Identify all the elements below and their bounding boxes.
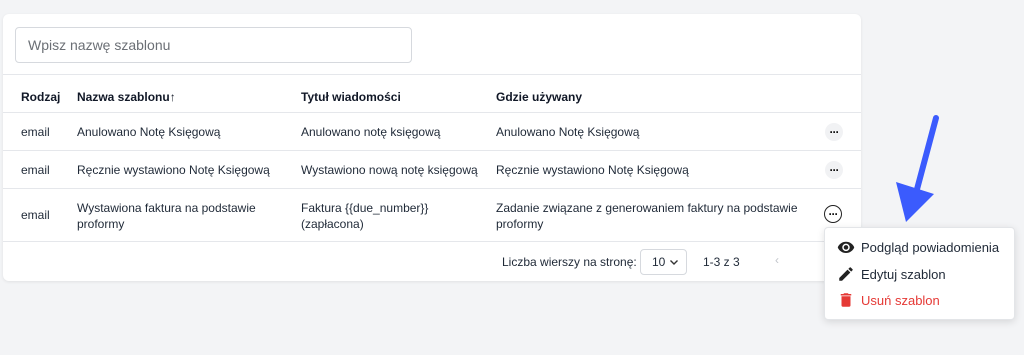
eye-icon — [837, 238, 855, 256]
divider — [3, 74, 861, 75]
row-title-line: Faktura {{due_number}} — [301, 201, 429, 215]
rows-per-page-select[interactable]: 10 — [640, 249, 687, 275]
row-actions-button[interactable]: ··· — [825, 123, 843, 141]
previous-page-button[interactable]: ‹ — [775, 253, 779, 267]
pencil-icon — [837, 265, 855, 283]
arrow-down-icon — [896, 115, 939, 222]
divider — [3, 188, 861, 189]
row-used: Zadanie związane z generowaniem faktury … — [496, 200, 798, 232]
chevron-down-icon — [670, 260, 678, 265]
sort-asc-icon: ↑ — [169, 90, 176, 104]
menu-item-preview[interactable]: Podgląd powiadomienia — [837, 238, 999, 256]
rows-per-page-value: 10 — [652, 255, 666, 269]
trash-icon — [837, 291, 855, 309]
row-used: Anulowano Notę Księgową — [496, 125, 640, 139]
menu-item-label: Usuń szablon — [861, 292, 940, 308]
row-name: Ręcznie wystawiono Notę Księgową — [77, 163, 270, 177]
column-header-name-label: Nazwa szablonu — [77, 90, 170, 104]
column-header-used[interactable]: Gdzie używany — [496, 90, 582, 104]
row-name-line: Wystawiona faktura na podstawie — [77, 201, 256, 215]
row-used-line: Zadanie związane z generowaniem faktury … — [496, 201, 798, 215]
row-used-line: proformy — [496, 217, 544, 231]
divider — [3, 241, 861, 242]
row-title-line: (zapłacona) — [301, 217, 364, 231]
row-actions-button[interactable]: ··· — [825, 161, 843, 179]
row-name-line: proformy — [77, 217, 125, 231]
row-name: Wystawiona faktura na podstawie proformy — [77, 200, 256, 232]
row-title: Anulowano notę księgową — [301, 125, 441, 139]
column-header-type[interactable]: Rodzaj — [21, 90, 60, 104]
row-actions-button[interactable]: ··· — [824, 205, 842, 223]
menu-item-edit[interactable]: Edytuj szablon — [837, 265, 946, 283]
row-type: email — [21, 163, 50, 177]
row-name: Anulowano Notę Księgową — [77, 125, 221, 139]
column-header-name[interactable]: Nazwa szablonu↑ — [77, 90, 176, 104]
menu-item-delete[interactable]: Usuń szablon — [837, 291, 940, 309]
row-title: Wystawiono nową notę księgową — [301, 163, 478, 177]
pagination-range: 1-3 z 3 — [703, 255, 740, 269]
row-type: email — [21, 208, 50, 222]
search-input[interactable] — [15, 27, 412, 63]
row-type: email — [21, 125, 50, 139]
divider — [3, 150, 861, 151]
row-used: Ręcznie wystawiono Notę Księgową — [496, 163, 689, 177]
row-actions-menu: Podgląd powiadomienia Edytuj szablon Usu… — [824, 227, 1015, 320]
templates-card: Rodzaj Nazwa szablonu↑ Tytuł wiadomości … — [3, 14, 861, 281]
divider — [3, 112, 861, 113]
rows-per-page-label: Liczba wierszy na stronę: — [502, 255, 637, 269]
menu-item-label: Edytuj szablon — [861, 266, 946, 282]
column-header-title[interactable]: Tytuł wiadomości — [301, 90, 401, 104]
row-title: Faktura {{due_number}} (zapłacona) — [301, 200, 428, 232]
menu-item-label: Podgląd powiadomienia — [861, 239, 1000, 255]
